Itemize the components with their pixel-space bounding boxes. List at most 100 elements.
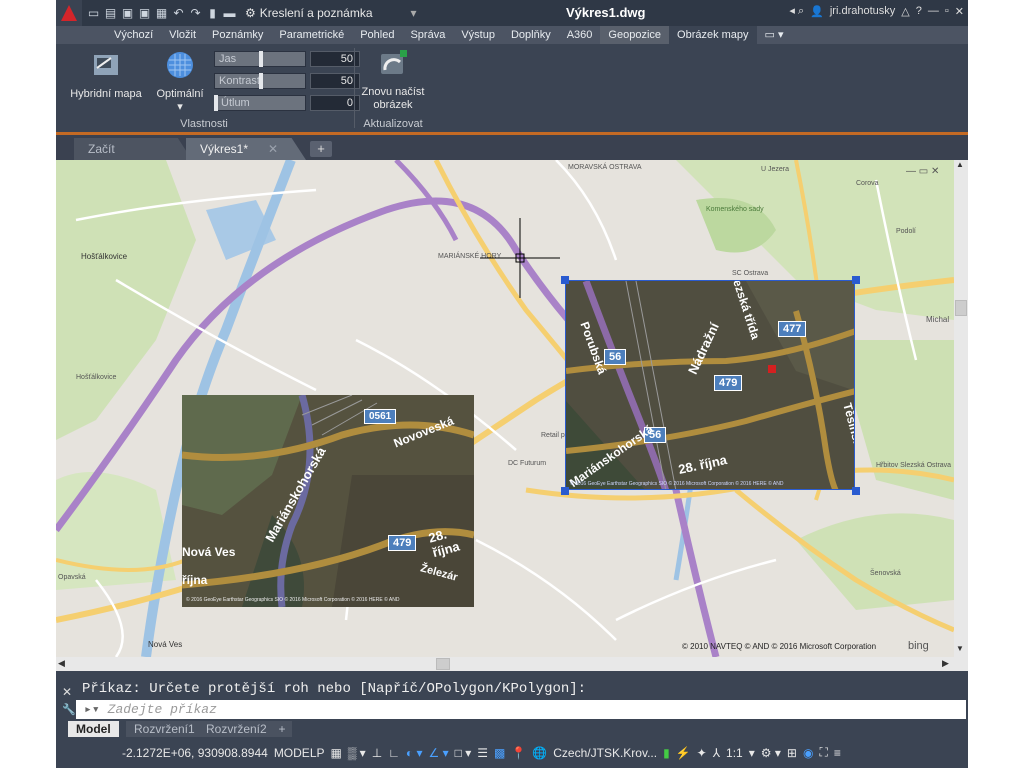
- match-icon[interactable]: ▮: [205, 6, 220, 21]
- close-command-icon[interactable]: ✕: [62, 685, 72, 699]
- hybrid-map-button[interactable]: Hybridní mapa: [66, 50, 146, 101]
- model-space-toggle[interactable]: MODELP: [274, 746, 325, 760]
- scroll-left-icon[interactable]: ◀: [58, 658, 65, 669]
- scroll-up-icon[interactable]: ▲: [956, 160, 964, 169]
- undo-icon[interactable]: ↶: [171, 6, 186, 21]
- tab-geopozice[interactable]: Geopozice: [600, 26, 670, 44]
- tab-model[interactable]: Model: [68, 721, 119, 737]
- location-pin-icon[interactable]: 📍: [511, 746, 526, 760]
- new-tab-button[interactable]: +: [310, 141, 332, 157]
- tab-obrazek-mapy[interactable]: Obrázek mapy: [669, 26, 757, 44]
- auto-scale-icon[interactable]: ✦: [697, 746, 707, 760]
- share-icon[interactable]: ▬: [222, 6, 237, 21]
- a360-icon[interactable]: △: [901, 5, 909, 18]
- globe-icon: 🌐: [532, 745, 548, 760]
- satellite-attribution: © 2016 GeoEye Earthstar Geographics SIO …: [186, 597, 400, 603]
- tab-sprava[interactable]: Správa: [402, 26, 453, 44]
- grip-handle[interactable]: [852, 487, 860, 495]
- ortho-icon[interactable]: ∟: [388, 746, 400, 760]
- tab-vychozi[interactable]: Výchozí: [106, 26, 161, 44]
- tab-pohled[interactable]: Pohled: [352, 26, 402, 44]
- update-panel: Znovu načíst obrázek Aktualizovat: [356, 46, 430, 132]
- search-icon[interactable]: ◂ ⌕: [789, 4, 804, 18]
- tab-drawing[interactable]: Výkres1* ✕: [186, 138, 306, 160]
- grid-icon[interactable]: ▦: [331, 746, 342, 760]
- transparency-icon[interactable]: ▩: [494, 746, 505, 760]
- slider-knob[interactable]: [214, 95, 218, 111]
- tab-vlozit[interactable]: Vložit: [161, 26, 204, 44]
- customize-menu-icon[interactable]: ≡: [834, 746, 841, 760]
- satellite-image-2[interactable]: 477 56 Nádražní 479 56 28. října Porubsk…: [565, 280, 855, 490]
- isolate-icon[interactable]: ◉: [803, 746, 813, 760]
- coordinates[interactable]: -2.1272E+06, 930908.8944: [122, 746, 268, 760]
- workspace-switcher[interactable]: ⚙ Kreslení a poznámka ▾: [245, 6, 417, 20]
- grip-handle[interactable]: [561, 276, 569, 284]
- infer-icon[interactable]: ⊥: [372, 746, 382, 760]
- optimal-resolution-button[interactable]: Optimální ▾: [152, 50, 208, 114]
- close-tab-icon[interactable]: ✕: [268, 138, 278, 160]
- scrollbar-thumb[interactable]: [436, 658, 450, 670]
- osnap-icon[interactable]: □ ▾: [455, 746, 472, 760]
- scroll-down-icon[interactable]: ▼: [956, 644, 964, 653]
- application-menu-button[interactable]: [56, 0, 82, 26]
- save-icon[interactable]: ▣: [120, 6, 135, 21]
- satellite-image-1[interactable]: 0561 Novoveská Mariánskohorská 479 28. ř…: [182, 395, 474, 607]
- slider-knob[interactable]: [259, 73, 263, 89]
- print-icon[interactable]: ▦: [154, 6, 169, 21]
- snap-icon[interactable]: ▒ ▾: [348, 746, 366, 760]
- drawing-canvas[interactable]: Hošťálkovice Hošťálkovice MARIÁNSKÉ HORY…: [56, 160, 954, 657]
- center-grip[interactable]: [768, 365, 776, 373]
- tab-poznamky[interactable]: Poznámky: [204, 26, 271, 44]
- redo-icon[interactable]: ↷: [188, 6, 203, 21]
- brightness-value[interactable]: 50: [310, 51, 360, 67]
- tab-parametricke[interactable]: Parametrické: [271, 26, 352, 44]
- slider-knob[interactable]: [259, 51, 263, 67]
- grip-handle[interactable]: [561, 487, 569, 495]
- minimize-icon[interactable]: —: [928, 5, 939, 17]
- save-as-icon[interactable]: ▣: [137, 6, 152, 21]
- brightness-slider[interactable]: Jas 50: [214, 50, 360, 68]
- viewport-controls-icon[interactable]: — ▭ ✕: [906, 166, 939, 177]
- tab-layout2[interactable]: Rozvržení2: [198, 721, 275, 737]
- annotation-visibility-icon[interactable]: ⚡: [676, 746, 691, 760]
- fade-slider[interactable]: Útlum 0: [214, 94, 360, 112]
- open-folder-icon[interactable]: ▤: [103, 6, 118, 21]
- close-icon[interactable]: ✕: [955, 5, 964, 18]
- ribbon-options-icon[interactable]: ▭ ▾: [757, 26, 792, 44]
- lineweight-icon[interactable]: ☰: [477, 746, 488, 760]
- scroll-right-icon[interactable]: ▶: [942, 658, 949, 669]
- wrench-icon[interactable]: 🔧: [62, 703, 76, 716]
- restore-icon[interactable]: ▫: [945, 5, 949, 17]
- fade-value[interactable]: 0: [310, 95, 360, 111]
- chevron-down-icon[interactable]: ▾: [749, 746, 755, 760]
- contrast-slider[interactable]: Kontrast 50: [214, 72, 360, 90]
- reload-image-button[interactable]: Znovu načíst obrázek: [358, 48, 428, 112]
- annotation-icon[interactable]: ▮: [663, 746, 670, 760]
- vertical-scrollbar[interactable]: ▲ ▼: [954, 160, 968, 657]
- horizontal-scrollbar[interactable]: ◀ ▶: [56, 657, 968, 671]
- add-layout-button[interactable]: +: [272, 721, 292, 737]
- user-name[interactable]: jri.drahotusky: [830, 5, 895, 17]
- grip-handle[interactable]: [852, 276, 860, 284]
- settings-gear-icon[interactable]: ⚙ ▾: [761, 746, 781, 760]
- tab-vystup[interactable]: Výstup: [453, 26, 503, 44]
- annotation-scale[interactable]: 1:1: [726, 746, 743, 760]
- fullscreen-icon[interactable]: ⛶: [819, 745, 827, 760]
- tab-a360[interactable]: A360: [559, 26, 601, 44]
- command-line: ✕ 🔧 Příkaz: Určete protější roh nebo [Na…: [56, 671, 968, 721]
- isodraft-icon[interactable]: ∠ ▾: [429, 746, 449, 760]
- help-icon[interactable]: ?: [916, 5, 922, 17]
- user-icon: 👤: [810, 5, 824, 18]
- workspace-icon[interactable]: ⊞: [787, 746, 797, 760]
- coordinate-system[interactable]: Czech/JTSK.Krov...: [553, 746, 657, 760]
- new-file-icon[interactable]: ▭: [86, 6, 101, 21]
- tab-start[interactable]: Začít: [74, 138, 192, 160]
- contrast-value[interactable]: 50: [310, 73, 360, 89]
- street-label: října: [182, 573, 208, 587]
- annotation-scale-icon[interactable]: ⅄: [713, 746, 720, 760]
- command-input[interactable]: ▸▾ Zadejte příkaz: [76, 700, 966, 719]
- tab-layout1[interactable]: Rozvržení1: [126, 721, 203, 737]
- tab-doplnky[interactable]: Doplňky: [503, 26, 559, 44]
- scrollbar-thumb[interactable]: [955, 300, 967, 316]
- polar-icon[interactable]: ◐ ▾: [406, 746, 423, 760]
